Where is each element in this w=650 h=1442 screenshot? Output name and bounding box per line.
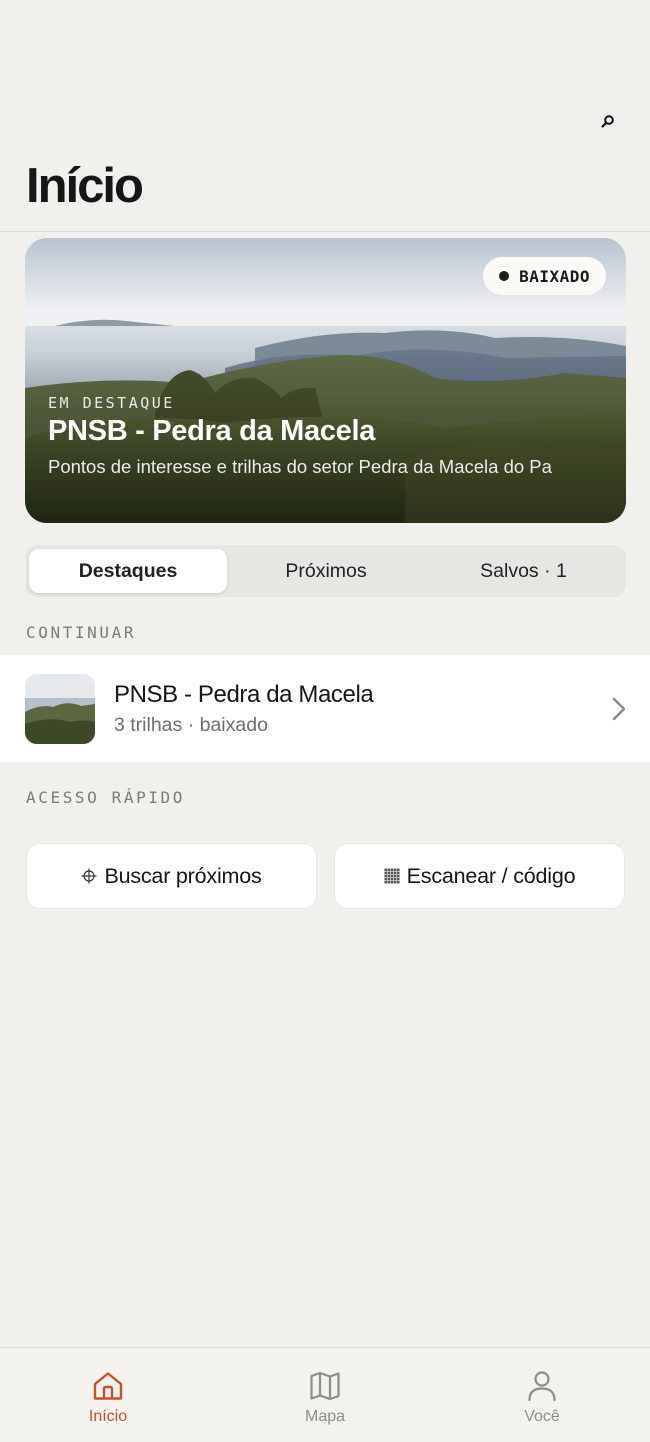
nav-label-voce: Você	[524, 1408, 560, 1425]
segmented-tabs: Destaques Próximos Salvos · 1	[25, 545, 626, 597]
crosshair-icon	[81, 868, 97, 884]
nav-label-mapa: Mapa	[304, 1408, 346, 1425]
featured-subtitle: Pontos de interesse e trilhas do setor P…	[48, 456, 552, 477]
nav-item-mapa[interactable]: Mapa	[265, 1348, 385, 1442]
featured-title: PNSB - Pedra da Macela	[48, 415, 376, 447]
continue-list-item[interactable]: PNSB - Pedra da Macela 3 trilhas · baixa…	[0, 655, 650, 762]
map-icon	[309, 1370, 341, 1402]
nav-item-inicio[interactable]: Início	[48, 1348, 168, 1442]
continue-section-label: CONTINUAR	[26, 623, 137, 642]
chevron-right-icon	[612, 697, 626, 721]
home-icon	[92, 1370, 124, 1402]
continue-item-subtitle: 3 trilhas · baixado	[114, 714, 268, 736]
downloaded-badge: BAIXADO	[483, 257, 606, 295]
badge-label: BAIXADO	[519, 266, 590, 286]
continue-item-title: PNSB - Pedra da Macela	[114, 681, 374, 708]
quick-access-section-label: ACESSO RÁPIDO	[26, 788, 186, 807]
header-divider	[0, 231, 650, 232]
page-title: Início	[26, 159, 144, 213]
search-nearby-label: Buscar próximos	[104, 863, 262, 888]
tab-salvos[interactable]: Salvos · 1	[425, 549, 622, 593]
nav-label-inicio: Início	[88, 1408, 128, 1425]
grid-code-icon	[384, 868, 400, 884]
search-nearby-button[interactable]: Buscar próximos	[26, 843, 317, 909]
featured-card[interactable]: BAIXADO EM DESTAQUE PNSB - Pedra da Mace…	[25, 238, 626, 523]
search-button[interactable]	[596, 109, 620, 133]
bottom-navigation: Início Mapa Você	[0, 1347, 650, 1442]
scan-code-button[interactable]: Escanear / código	[334, 843, 625, 909]
search-icon	[601, 115, 614, 128]
continue-thumbnail	[25, 674, 95, 744]
tab-proximos[interactable]: Próximos	[227, 549, 425, 593]
scan-code-label: Escanear / código	[406, 863, 576, 888]
nav-item-voce[interactable]: Você	[482, 1348, 602, 1442]
user-icon	[527, 1370, 557, 1402]
status-dot-icon	[499, 271, 510, 281]
featured-eyebrow: EM DESTAQUE	[48, 394, 175, 412]
tab-destaques[interactable]: Destaques	[29, 549, 227, 593]
